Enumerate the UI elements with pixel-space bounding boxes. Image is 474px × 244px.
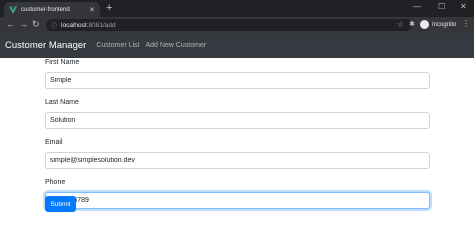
customer-form: First Name Last Name Email Phone [45,58,430,218]
phone-group: Phone [45,178,430,209]
first-name-input[interactable] [45,72,430,89]
incognito-indicator[interactable]: Incognito [420,20,456,29]
vue-favicon-icon [9,5,17,14]
tab-title: customer-frontend [21,6,70,13]
forward-button[interactable]: → [19,19,28,30]
navbar-brand[interactable]: Customer Manager [5,40,86,51]
phone-label: Phone [45,179,66,186]
email-input[interactable] [45,152,430,169]
url-host: localhost [61,21,87,29]
browser-tabstrip: customer-frontend ✕ + — ☐ ✕ [0,0,474,17]
last-name-input[interactable] [45,112,430,129]
incognito-label: Incognito [432,21,457,28]
lock-icon: ⓘ [51,23,58,30]
email-group: Email [45,138,430,169]
bookmark-star-icon[interactable]: ☆ [397,19,404,31]
back-button[interactable]: ← [6,19,15,30]
submit-button[interactable]: Submit [45,196,76,212]
url-text: localhost:8081/add [61,22,116,29]
reload-button[interactable]: ↻ [32,19,40,30]
extensions-icon[interactable]: ✱ [409,20,415,28]
url-path: :8081/add [86,21,116,29]
nav-link-add-new-customer[interactable]: Add New Customer [146,42,207,49]
new-tab-button[interactable]: + [106,3,112,14]
tab-close-icon[interactable]: ✕ [89,6,95,14]
nav-link-customer-list[interactable]: Customer List [96,42,139,49]
maximize-button[interactable]: ☐ [438,2,445,12]
browser-menu-icon[interactable]: ⋮ [462,19,470,28]
first-name-label: First Name [45,59,80,66]
last-name-label: Last Name [45,99,79,106]
app-navbar: Customer Manager Customer List Add New C… [0,33,474,58]
first-name-group: First Name [45,58,430,89]
browser-toolbar: ← → ↻ ⓘ localhost:8081/add ☆ ✱ Incognito… [0,17,474,33]
phone-input[interactable] [45,192,430,209]
email-label: Email [45,139,63,146]
incognito-icon [420,20,429,29]
last-name-group: Last Name [45,98,430,129]
minimize-button[interactable]: — [413,2,421,12]
close-window-button[interactable]: ✕ [460,2,467,12]
browser-tab[interactable]: customer-frontend ✕ [4,2,100,17]
address-bar[interactable]: ⓘ localhost:8081/add ☆ [46,19,412,31]
